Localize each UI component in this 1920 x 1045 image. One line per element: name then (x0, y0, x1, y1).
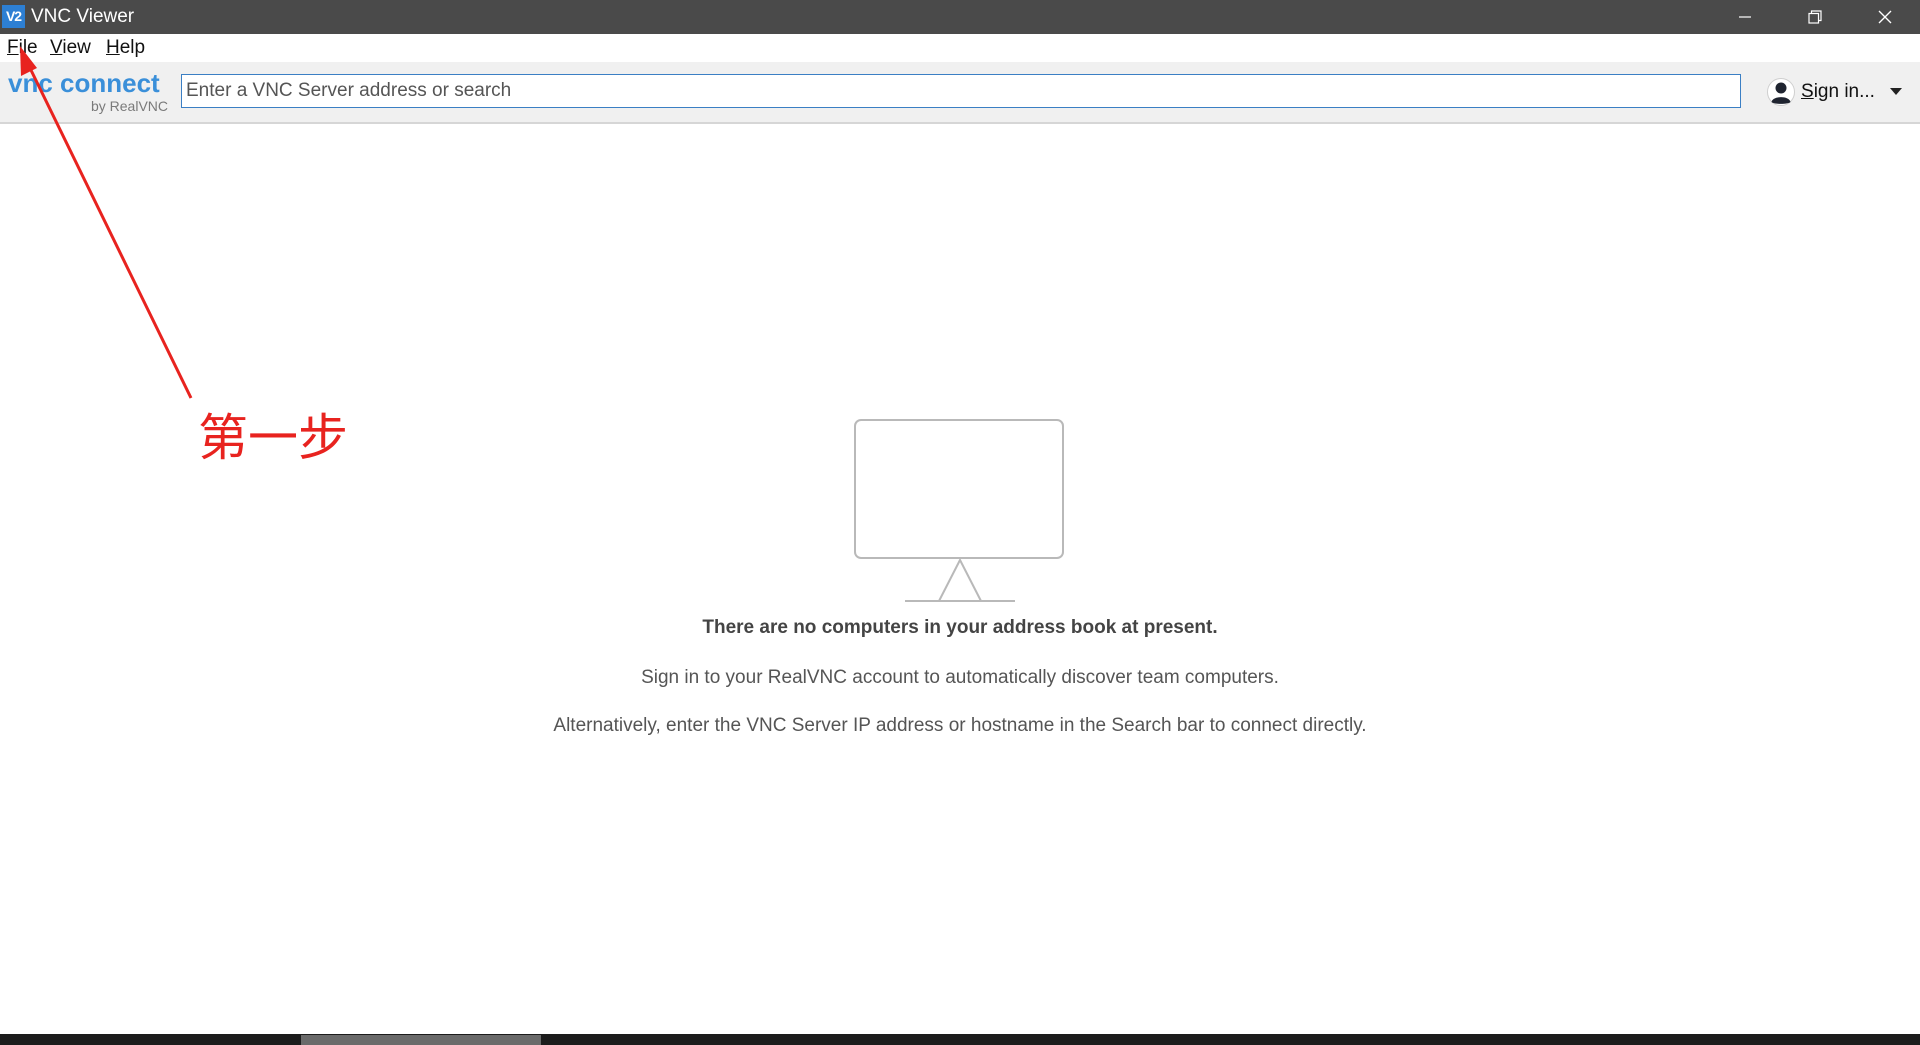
menu-file-label: ile (18, 37, 38, 58)
menu-view-label: iew (62, 37, 91, 58)
menu-view-mnemonic: V (50, 37, 63, 58)
vnc-app-icon: V2 (2, 5, 25, 28)
search-input[interactable] (181, 74, 1741, 108)
sign-in-label: Sign in... (1801, 81, 1875, 103)
chevron-down-icon (1890, 88, 1902, 95)
menu-help-label: elp (119, 37, 146, 58)
logo-byline: by RealVNC (90, 98, 168, 114)
empty-state-title: There are no computers in your address b… (702, 617, 1218, 638)
sign-in-text: ign in... (1813, 81, 1875, 102)
close-button[interactable] (1850, 0, 1920, 34)
menu-file[interactable]: File (7, 37, 38, 59)
address-book-empty-state: There are no computers in your address b… (0, 122, 1920, 1034)
restore-icon (1808, 10, 1822, 24)
restore-button[interactable] (1780, 0, 1850, 34)
minimize-button[interactable] (1710, 0, 1780, 34)
scrollbar-thumb[interactable] (301, 1035, 541, 1045)
vnc-viewer-window: V2 VNC Viewer File View Help vnc connect… (0, 0, 1920, 1045)
horizontal-scrollbar[interactable] (0, 1034, 1920, 1045)
vnc-connect-logo: vnc connect by RealVNC (8, 68, 168, 116)
menu-view[interactable]: View (50, 37, 91, 59)
sign-in-mnemonic: S (1801, 81, 1814, 102)
menu-help[interactable]: Help (106, 37, 145, 59)
user-avatar-icon (1767, 78, 1795, 106)
empty-state-search-hint: Alternatively, enter the VNC Server IP a… (553, 715, 1367, 736)
empty-state-sign-in-hint: Sign in to your RealVNC account to autom… (641, 667, 1279, 688)
monitor-icon (854, 419, 1064, 602)
logo-wordmark: vnc connect (8, 68, 160, 98)
title-bar: V2 VNC Viewer (0, 0, 1920, 34)
window-title: VNC Viewer (31, 6, 135, 27)
sign-in-button[interactable]: Sign in... (1764, 76, 1914, 108)
close-icon (1878, 10, 1892, 24)
menu-help-mnemonic: H (106, 37, 120, 58)
minimize-icon (1739, 16, 1751, 18)
menu-bar: File View Help (0, 34, 1920, 62)
toolbar: vnc connect by RealVNC Sign in... (0, 62, 1920, 124)
menu-file-mnemonic: F (7, 37, 19, 58)
